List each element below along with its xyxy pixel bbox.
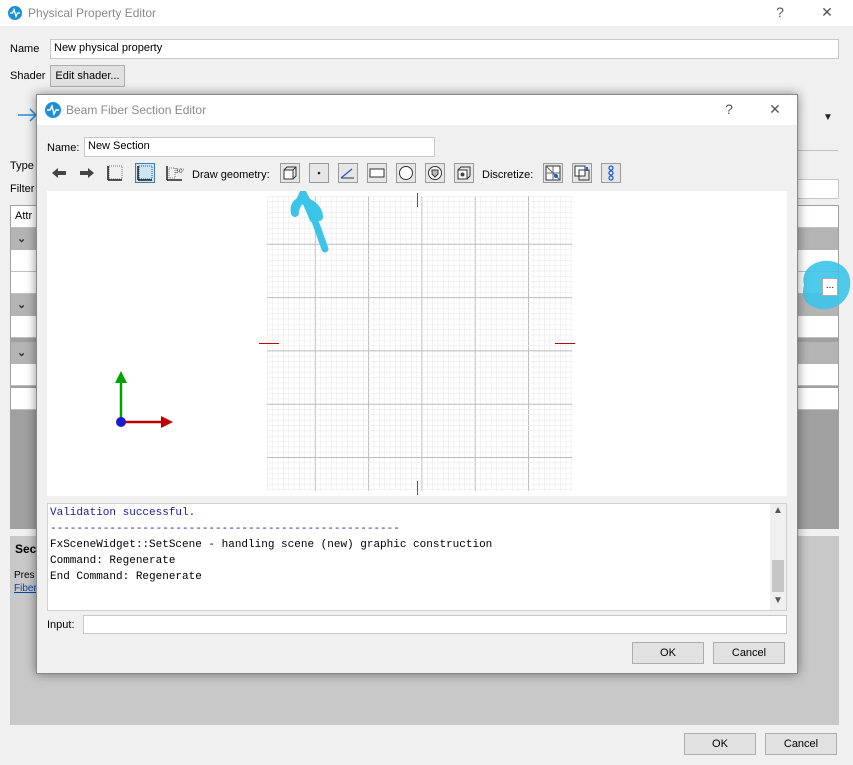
filter-input[interactable] [797, 179, 839, 199]
polygon-icon [428, 166, 442, 180]
x-axis-marker-right [555, 343, 575, 344]
type-label: Type [10, 160, 34, 172]
point-icon [317, 171, 321, 175]
patch-icon [283, 166, 297, 180]
dialog-ok-button[interactable]: OK [632, 642, 704, 664]
edit-shader-button[interactable]: Edit shader... [50, 65, 125, 87]
circle-icon [399, 166, 413, 180]
outer-window-title: Physical Property Editor [28, 6, 157, 20]
description-text: Pres [14, 570, 35, 581]
discretize-label: Discretize: [482, 169, 534, 181]
draw-rectangle-button[interactable] [367, 163, 387, 183]
draw-geometry-label: Draw geometry: [192, 169, 270, 181]
draw-fiber-group-button[interactable] [454, 163, 474, 183]
scroll-up-icon[interactable]: ▲ [773, 505, 783, 516]
grid-snap-icon [107, 165, 123, 181]
console-scrollbar[interactable]: ▲ ▼ [770, 504, 786, 610]
discretize-fiber-chain-button[interactable] [601, 163, 621, 183]
filter-label: Filter [10, 183, 35, 195]
dialog-close-button[interactable]: ✕ [765, 101, 785, 118]
console-lines: Validation successful. ------------------… [50, 505, 492, 585]
axis-triad-icon [115, 371, 173, 428]
console-line: ----------------------------------------… [50, 523, 400, 535]
dialog-cancel-button[interactable]: Cancel [713, 642, 785, 664]
name-label: Name [10, 43, 40, 55]
shader-label: Shader [10, 70, 46, 82]
fiber-chain-icon [608, 165, 614, 181]
outer-cancel-button[interactable]: Cancel [765, 733, 837, 755]
outer-ok-button[interactable]: OK [684, 733, 756, 755]
dropdown-arrow-icon[interactable]: ▼ [823, 112, 833, 123]
outer-titlebar: Physical Property Editor ? ✕ [0, 0, 853, 26]
chevron-down-icon[interactable]: ⌄ [17, 232, 26, 245]
draw-line-button[interactable] [338, 163, 358, 183]
dialog-help-button[interactable]: ? [719, 101, 739, 117]
y-axis-marker-top [417, 193, 418, 207]
grid-icon [137, 165, 153, 181]
angle-grid-button[interactable]: 30° [165, 163, 185, 183]
attr-header: Attr [15, 210, 33, 222]
beam-fiber-section-dialog: Beam Fiber Section Editor ? ✕ Name: New … [36, 94, 798, 674]
draw-patch-button[interactable] [280, 163, 300, 183]
command-input[interactable] [83, 615, 787, 634]
dialog-titlebar: Beam Fiber Section Editor ? ✕ [37, 95, 797, 125]
draw-point-button[interactable] [309, 163, 329, 183]
fiber-group-icon [457, 166, 471, 180]
arrow-left-icon [52, 168, 66, 178]
annotation-arrow [290, 191, 329, 253]
scroll-thumb[interactable] [772, 560, 784, 592]
console-line: FxSceneWidget::SetScene - handling scene… [50, 539, 493, 551]
app-logo-icon [8, 6, 22, 20]
arrow-right-icon [80, 168, 94, 178]
edge-icon [574, 165, 590, 181]
input-label: Input: [47, 619, 75, 631]
outer-close-button[interactable]: ✕ [817, 4, 837, 21]
ellipsis-button[interactable]: ... [822, 278, 838, 296]
app-logo-icon [45, 102, 61, 118]
console-output[interactable]: Validation successful. ------------------… [47, 503, 787, 611]
separator [798, 150, 838, 151]
chevron-down-icon[interactable]: ⌄ [17, 298, 26, 311]
rectangle-icon [369, 168, 385, 178]
section-name-input[interactable]: New Section [84, 137, 435, 157]
line-icon [340, 168, 354, 179]
console-line: Validation successful. [50, 507, 196, 519]
property-name-input[interactable]: New physical property [50, 39, 839, 59]
angle-grid-icon: 30° [166, 166, 184, 181]
outer-help-button[interactable]: ? [770, 4, 790, 20]
chevron-down-icon[interactable]: ⌄ [17, 346, 26, 359]
dialog-title: Beam Fiber Section Editor [66, 103, 207, 117]
redo-button[interactable] [77, 163, 97, 183]
discretize-mesh-button[interactable] [543, 163, 563, 183]
discretize-edge-button[interactable] [572, 163, 592, 183]
section-name-label: Name: [47, 142, 80, 154]
draw-polygon-button[interactable] [425, 163, 445, 183]
draw-circle-button[interactable] [396, 163, 416, 183]
undo-button[interactable] [49, 163, 69, 183]
grid-toggle-button[interactable] [135, 163, 155, 183]
fiber-link[interactable]: Fiber [14, 583, 37, 594]
section-viewport[interactable] [47, 191, 787, 496]
svg-text:30°: 30° [175, 168, 184, 175]
scroll-down-icon[interactable]: ▼ [773, 595, 783, 606]
section-heading: Sec [15, 542, 37, 556]
grid-snap-button[interactable] [105, 163, 125, 183]
mesh-icon [545, 165, 561, 181]
x-axis-marker-left [259, 343, 279, 344]
y-axis-marker-bottom [417, 481, 418, 495]
console-line: End Command: Regenerate [50, 571, 202, 583]
console-line: Command: Regenerate [50, 555, 176, 567]
